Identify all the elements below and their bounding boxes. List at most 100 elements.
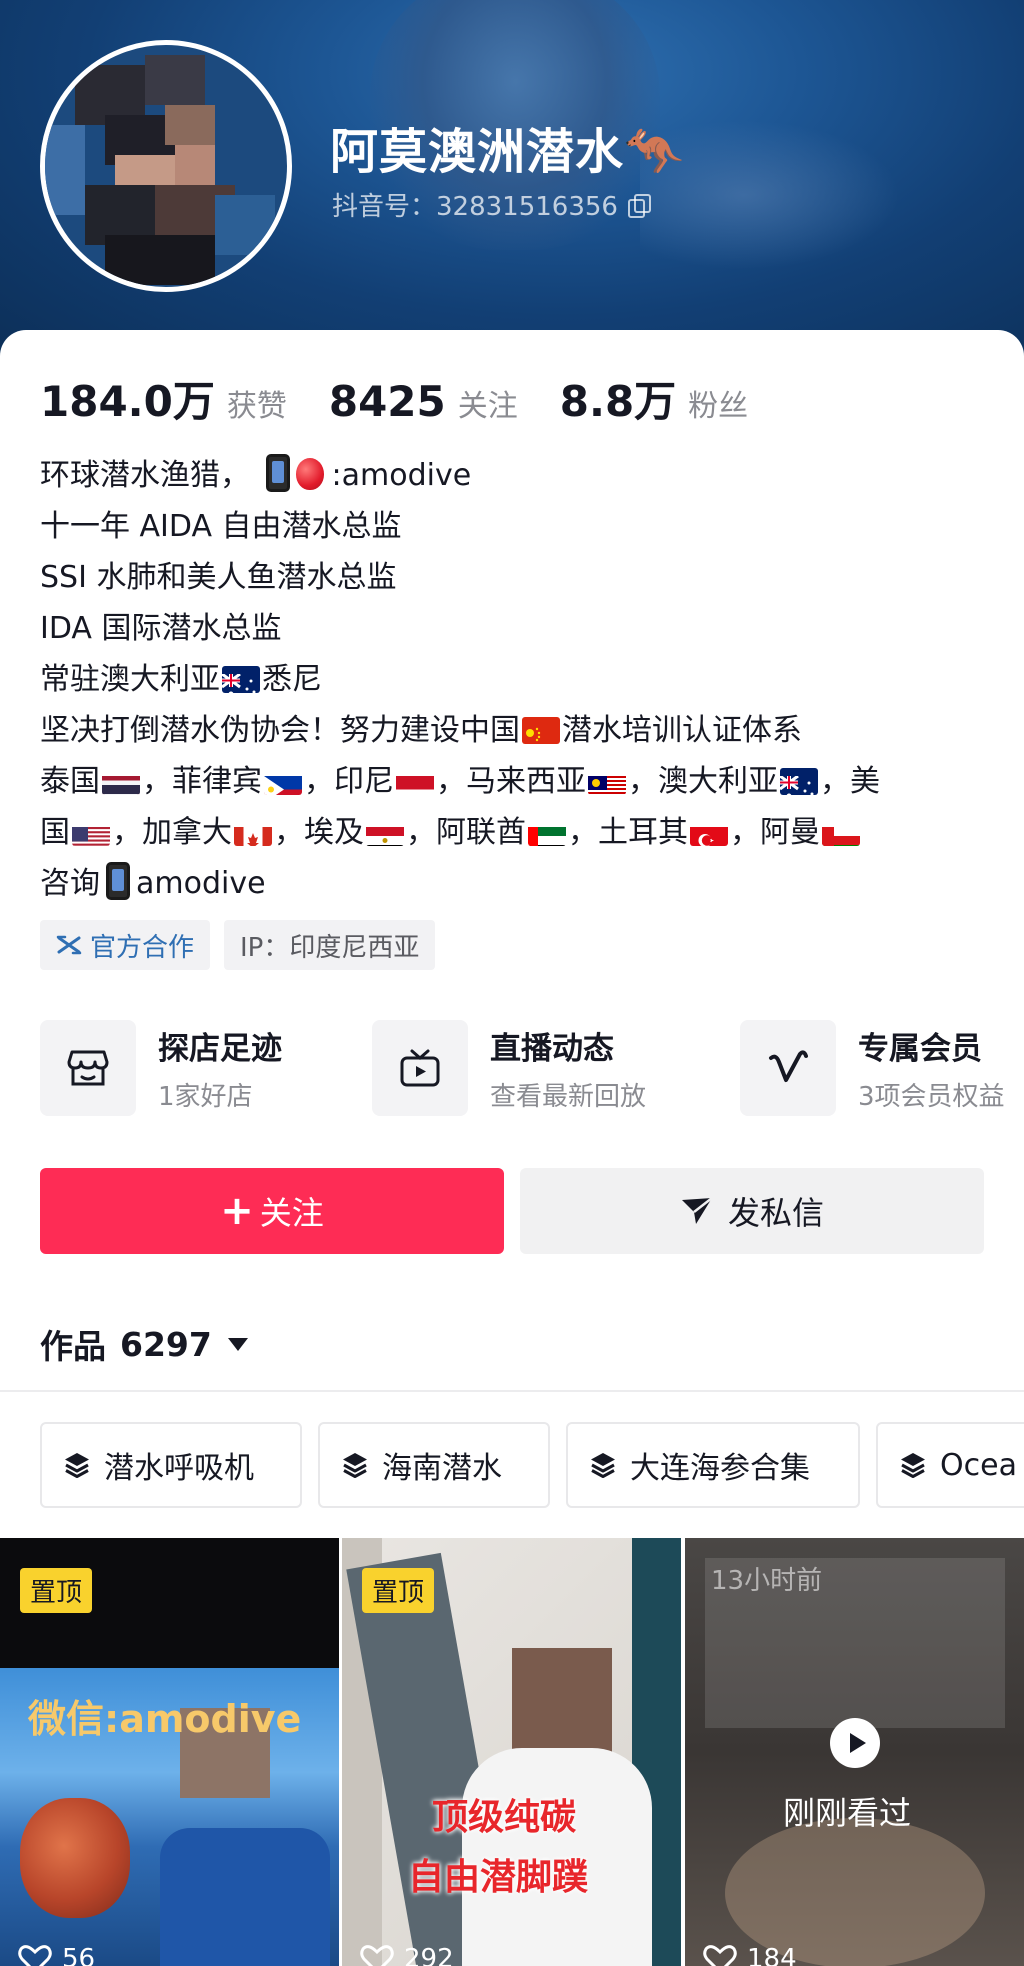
bio-line-6: 坚决打倒潜水伪协会！努力建设中国 潜水培训认证体系 <box>40 705 990 756</box>
malaysia-flag-icon <box>588 768 626 795</box>
bio-line-9: 咨询 amodive <box>40 858 990 909</box>
divider <box>0 1390 1024 1392</box>
bio-text: 潜水培训认证体系 <box>562 713 802 748</box>
bio-text: ，埃及 <box>274 815 364 850</box>
bio-text: 咨询 <box>40 866 100 901</box>
feature-subtitle: 1家好店 <box>158 1082 253 1112</box>
feature-title: 专属会员 <box>858 1031 982 1067</box>
nickname: 阿莫澳洲潜水🦘 <box>330 124 685 180</box>
play-icon[interactable] <box>830 1718 880 1768</box>
bio-text: ，加拿大 <box>112 815 232 850</box>
following-label: 关注 <box>457 389 518 424</box>
phone-icon <box>106 862 130 900</box>
usa-flag-icon <box>72 819 110 846</box>
bio-text: ，美 <box>820 764 880 799</box>
stat-following[interactable]: 8425 关注 <box>329 377 518 426</box>
like-count: 184 <box>703 1944 797 1966</box>
stats-row: 184.0万 获赞 8425 关注 8.8万 粉丝 <box>40 368 790 429</box>
avatar[interactable] <box>40 40 292 292</box>
collection-chip[interactable]: Ocea <box>876 1422 1024 1508</box>
recently-watched-label: 刚刚看过 <box>783 1794 912 1832</box>
follow-button[interactable]: + 关注 <box>40 1168 504 1254</box>
ip-location-tag: IP：印度尼西亚 <box>224 920 436 970</box>
caret-down-icon[interactable] <box>227 1337 248 1351</box>
bio-text: ，土耳其 <box>568 815 688 850</box>
like-count-value: 292 <box>404 1944 454 1966</box>
feature-title: 直播动态 <box>490 1031 614 1067</box>
feature-title: 探店足迹 <box>158 1031 282 1067</box>
video-grid: 置顶 微信:amodive 56 置顶 顶级纯碳 自由潜脚蹼 292 13小时前… <box>0 1538 1024 1966</box>
like-count-value: 184 <box>747 1944 797 1966</box>
layers-icon <box>65 1453 89 1478</box>
message-label: 发私信 <box>727 1194 824 1232</box>
video-tile[interactable]: 13小时前 刚刚看过 184 <box>685 1538 1024 1966</box>
fish-image <box>20 1798 130 1918</box>
bio-text: 环球潜水渔猎， <box>40 458 250 493</box>
australia-flag-icon <box>222 666 260 693</box>
stat-likes[interactable]: 184.0万 获赞 <box>40 368 287 429</box>
bio-text: 国 <box>40 815 70 850</box>
plus-icon: + <box>220 1188 254 1234</box>
works-count: 6297 <box>120 1324 212 1364</box>
stat-followers[interactable]: 8.8万 粉丝 <box>560 368 748 429</box>
collection-label: 海南潜水 <box>382 1451 502 1486</box>
bio-text: 常驻澳大利亚 <box>40 662 220 697</box>
follow-label: 关注 <box>259 1194 324 1232</box>
followers-count: 8.8万 <box>559 377 677 426</box>
phone-icon <box>265 454 290 492</box>
uae-flag-icon <box>528 819 566 846</box>
egypt-flag-icon <box>366 819 404 846</box>
like-count-value: 56 <box>62 1944 96 1966</box>
video-tile[interactable]: 置顶 微信:amodive 56 <box>0 1538 339 1966</box>
works-label: 作品 <box>40 1327 106 1366</box>
pinned-badge: 置顶 <box>20 1568 93 1613</box>
time-ago: 13小时前 <box>711 1566 823 1596</box>
thailand-flag-icon <box>102 768 140 795</box>
bio-contact: :amodive <box>331 458 472 493</box>
canada-flag-icon <box>234 819 272 846</box>
official-cooperation-label: 官方合作 <box>90 932 195 963</box>
collection-chip[interactable]: 海南潜水 <box>318 1422 550 1508</box>
works-tab[interactable]: 作品 6297 <box>40 1320 248 1368</box>
feature-membership[interactable]: 专属会员 3项会员权益 <box>740 1018 1005 1118</box>
official-cooperation-tag[interactable]: 官方合作 <box>40 920 211 970</box>
layers-icon <box>901 1453 925 1478</box>
video-tile[interactable]: 置顶 顶级纯碳 自由潜脚蹼 292 <box>342 1538 681 1966</box>
tags-row: 官方合作 IP：印度尼西亚 <box>40 920 436 970</box>
bio-line-4: IDA 国际潜水总监 <box>40 611 282 646</box>
collection-label: 大连海参合集 <box>630 1451 810 1486</box>
bio-line-2: 十一年 AIDA 自由潜水总监 <box>40 509 402 544</box>
feature-store-visits[interactable]: 探店足迹 1家好店 <box>40 1018 282 1118</box>
profile-page: 阿莫澳洲潜水🦘 抖音号：32831516356 184.0万 获赞 8425 关… <box>0 0 1024 1966</box>
bio: 环球潜水渔猎， :amodive 十一年 AIDA 自由潜水总监 SSI 水肺和… <box>40 450 990 909</box>
bio-line-7: 泰国 ，菲律宾 ，印尼 ，马来西亚 ，澳大利亚 ，美 <box>40 756 990 807</box>
collection-chip[interactable]: 大连海参合集 <box>566 1422 860 1508</box>
message-button[interactable]: 发私信 <box>520 1168 984 1254</box>
philippines-flag-icon <box>264 768 302 795</box>
bio-text: ，阿曼 <box>730 815 820 850</box>
bio-contact: amodive <box>136 866 266 901</box>
bio-text: 坚决打倒潜水伪协会！努力建设中国 <box>40 713 520 748</box>
bio-text: ，印尼 <box>304 764 394 799</box>
likes-label: 获赞 <box>226 389 287 424</box>
heart-icon <box>18 1945 52 1966</box>
bio-text: 泰国 <box>40 764 100 799</box>
copy-icon[interactable] <box>627 193 651 218</box>
person-shirt <box>160 1828 330 1966</box>
douyin-id-text: 抖音号：32831516356 <box>332 192 618 222</box>
feature-subtitle: 3项会员权益 <box>858 1082 1005 1112</box>
bio-text: 悉尼 <box>262 662 322 697</box>
send-icon <box>681 1197 713 1224</box>
bio-text: ，菲律宾 <box>142 764 262 799</box>
video-caption: 微信:amodive <box>28 1697 302 1741</box>
collection-chip[interactable]: 潜水呼吸机 <box>40 1422 302 1508</box>
douyin-id[interactable]: 抖音号：32831516356 <box>332 186 651 223</box>
pinned-badge: 置顶 <box>362 1568 435 1613</box>
turkey-flag-icon <box>690 819 728 846</box>
bio-text: ，马来西亚 <box>436 764 586 799</box>
bio-text: ，阿联酋 <box>406 815 526 850</box>
balloon-icon <box>295 458 324 490</box>
feature-live-updates[interactable]: 直播动态 查看最新回放 <box>372 1018 646 1118</box>
features-row: 探店足迹 1家好店 直播动态 查看最新回放 专属会员 3项会员权益 <box>40 1018 1024 1118</box>
video-caption: 顶级纯碳 <box>432 1797 577 1838</box>
